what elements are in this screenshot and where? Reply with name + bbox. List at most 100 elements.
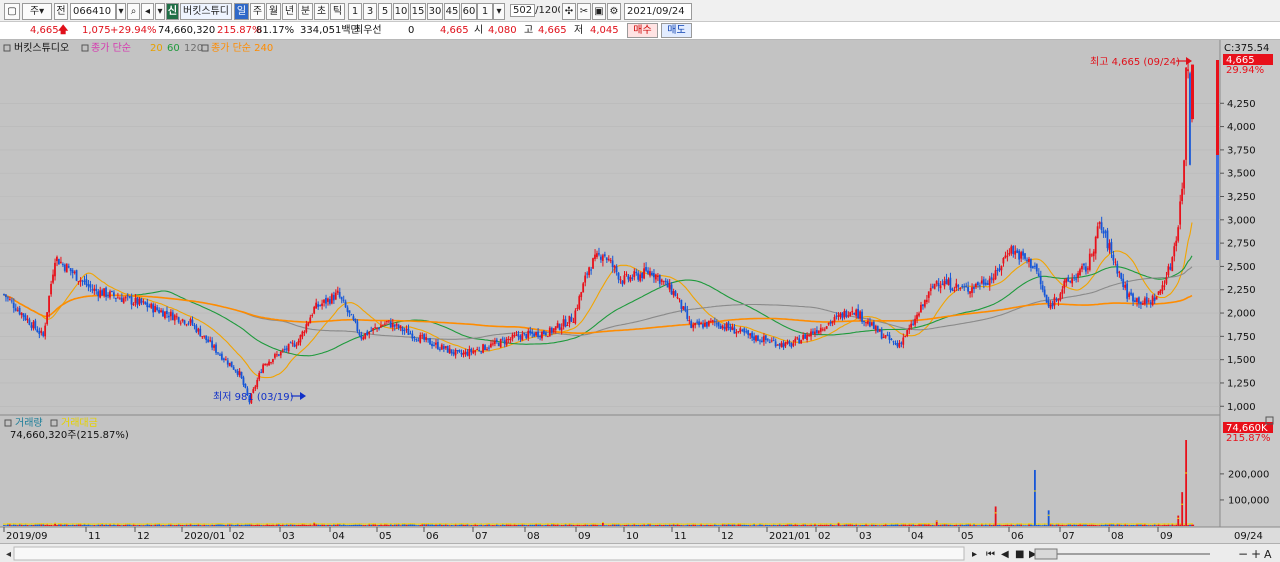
- volume-bar: [1098, 525, 1101, 526]
- candle-body: [48, 295, 50, 313]
- date-input[interactable]: 2021/09/24: [624, 3, 692, 20]
- volume-bar: [635, 525, 638, 526]
- sell-button[interactable]: 매도: [661, 23, 692, 38]
- scroll-left-icon[interactable]: ◂: [6, 549, 11, 560]
- interval-button[interactable]: 5: [378, 3, 392, 20]
- zoom-in-icon[interactable]: +: [1251, 547, 1261, 561]
- chart-area[interactable]: 4,250 4,000 3,750 3,500 3,250 3,000 2,750 2,500…: [0, 40, 1280, 543]
- zoom-out-icon[interactable]: −: [1238, 547, 1248, 561]
- candle-body: [635, 272, 638, 274]
- menu-dropdown-icon[interactable]: ▾: [155, 3, 165, 20]
- legend-ma60: 60: [167, 43, 180, 54]
- volume-bar: [270, 524, 272, 526]
- amount-mark: [1087, 523, 1089, 525]
- volume-bar: [228, 524, 231, 526]
- speaker-icon[interactable]: ◂: [141, 3, 154, 20]
- prev-icon[interactable]: ◀: [1001, 549, 1009, 560]
- period-tab[interactable]: 초: [314, 3, 329, 20]
- volume-bar: [279, 525, 282, 526]
- volume-bar: [786, 524, 789, 526]
- candle-body: [18, 308, 21, 315]
- amount-mark: [1181, 503, 1184, 505]
- stop-icon[interactable]: ■: [1015, 549, 1024, 560]
- volume-bar: [951, 525, 954, 526]
- volume-bar: [929, 525, 932, 526]
- candle-body: [185, 324, 188, 326]
- candle-body: [342, 299, 345, 301]
- zoom-slider-handle[interactable]: [1034, 548, 1058, 560]
- volume-bar: [219, 524, 221, 526]
- auto-zoom-icon[interactable]: A: [1264, 548, 1272, 561]
- code-dropdown-icon[interactable]: ▾: [116, 3, 126, 20]
- crosshair-icon[interactable]: ✣: [562, 3, 576, 20]
- volume-bar: [1024, 525, 1026, 526]
- candle-body: [937, 283, 940, 287]
- amount-mark: [24, 523, 27, 525]
- volume-pane[interactable]: [0, 416, 1220, 527]
- code-input[interactable]: 066410: [70, 3, 116, 20]
- price-volume-chart[interactable]: 4,2504,0003,7503,5003,2503,0002,7502,500…: [0, 40, 1280, 543]
- amount-mark: [48, 523, 51, 525]
- candle-body: [847, 315, 850, 317]
- period-tab[interactable]: 틱: [330, 3, 345, 20]
- up-arrow-icon: 🡅: [58, 25, 69, 36]
- amount-mark: [91, 523, 94, 525]
- scrollbar-controls[interactable]: ◂ ▸ ⏮ ◀ ■ ▶ − + A: [0, 544, 1280, 562]
- gear-icon[interactable]: ⚙: [607, 3, 621, 20]
- interval-button[interactable]: 15: [410, 3, 426, 20]
- first-icon[interactable]: ⏮: [986, 549, 995, 560]
- scroll-right-icon[interactable]: ▸: [972, 549, 977, 560]
- interval-button[interactable]: 60: [461, 3, 477, 20]
- interval-button[interactable]: 10: [393, 3, 409, 20]
- amount-mark: [289, 523, 292, 525]
- interval-button[interactable]: 45: [444, 3, 460, 20]
- candle-body: [1077, 273, 1079, 278]
- amount-mark: [645, 523, 648, 525]
- period-tab[interactable]: 분: [298, 3, 313, 20]
- candle-body: [405, 328, 408, 330]
- volume-bar: [525, 525, 528, 526]
- market-select[interactable]: 전: [54, 3, 68, 20]
- candle-body: [731, 326, 734, 330]
- interval-button[interactable]: 1: [348, 3, 362, 20]
- count-dropdown[interactable]: 1: [477, 3, 493, 20]
- volume-bar: [89, 525, 92, 526]
- amount-mark: [494, 523, 496, 525]
- candle-body: [552, 328, 555, 333]
- period-tab[interactable]: 년: [282, 3, 297, 20]
- volume-bar: [370, 524, 373, 526]
- search-icon[interactable]: ⌕: [127, 3, 140, 20]
- view-select[interactable]: 주▾: [22, 3, 52, 20]
- buy-button[interactable]: 매수: [627, 23, 658, 38]
- amount-mark: [882, 523, 885, 525]
- period-tab[interactable]: 월: [266, 3, 281, 20]
- chart-type-icon[interactable]: ▢: [4, 3, 20, 20]
- volume-bar: [1173, 525, 1176, 526]
- scissors-icon[interactable]: ✂: [577, 3, 591, 20]
- candle-body: [1014, 250, 1017, 255]
- amount-mark: [574, 523, 577, 525]
- count-dropdown-icon[interactable]: ▾: [493, 3, 505, 20]
- amount-mark: [1039, 523, 1042, 525]
- amount-mark: [366, 523, 369, 525]
- interval-button[interactable]: 30: [427, 3, 443, 20]
- company-name[interactable]: 버킷스튜디: [180, 3, 232, 20]
- horizontal-scrollbar[interactable]: ◂ ▸ ⏮ ◀ ■ ▶ − + A: [0, 543, 1280, 562]
- interval-button[interactable]: 3: [363, 3, 377, 20]
- volume-bar: [609, 525, 612, 526]
- candle-body: [344, 301, 347, 308]
- amount-mark: [511, 523, 514, 525]
- volume-bar: [97, 524, 100, 526]
- save-icon[interactable]: ▣: [592, 3, 606, 20]
- candle-body: [144, 301, 147, 305]
- amount-mark: [486, 523, 488, 525]
- count-field[interactable]: 502/1200: [508, 3, 560, 20]
- scroll-track[interactable]: [13, 546, 965, 561]
- period-tab[interactable]: 주: [250, 3, 265, 20]
- date-tick-label: 09: [578, 531, 591, 542]
- amount-mark: [101, 523, 104, 525]
- tab-daily[interactable]: 일: [234, 3, 249, 20]
- price-pane[interactable]: [0, 40, 1220, 415]
- volume-bar: [857, 525, 860, 526]
- amount-mark: [800, 523, 803, 525]
